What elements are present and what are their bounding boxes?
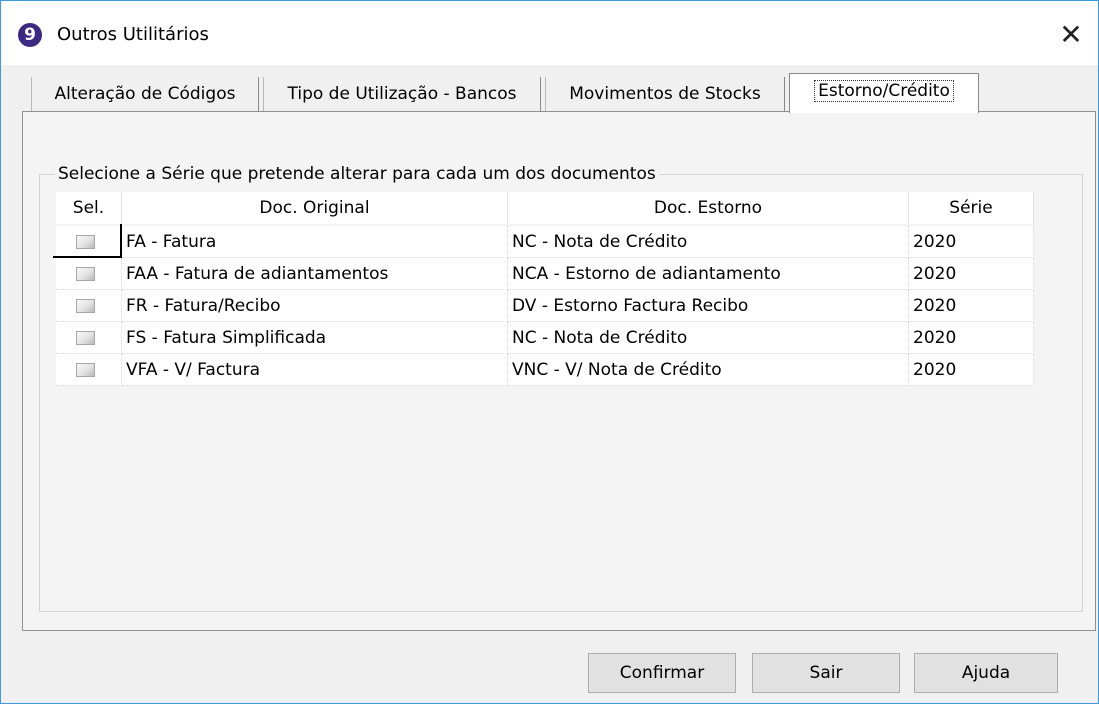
serie-cell[interactable]: 2020 (909, 354, 1034, 386)
table-row[interactable]: FAA - Fatura de adiantamentos NCA - Esto… (56, 258, 1034, 290)
select-cell[interactable] (56, 322, 122, 354)
window-title: Outros Utilitários (57, 24, 209, 45)
doc-estorno-cell[interactable]: NC - Nota de Crédito (508, 322, 909, 354)
select-cell[interactable] (56, 258, 122, 290)
app-logo-icon: 9 (18, 23, 42, 47)
row-checkbox[interactable] (76, 299, 95, 313)
serie-cell[interactable]: 2020 (909, 258, 1034, 290)
tab-tipo-utilizacao-bancos[interactable]: Tipo de Utilização - Bancos (263, 77, 541, 113)
column-header-doc-estorno[interactable]: Doc. Estorno (508, 192, 909, 224)
dialog-window: 9 Outros Utilitários ✕ Alteração de Códi… (0, 0, 1099, 704)
doc-original-cell[interactable]: FAA - Fatura de adiantamentos (122, 258, 508, 290)
tab-label: Estorno/Crédito (814, 80, 954, 102)
select-cell[interactable] (53, 224, 122, 258)
serie-cell[interactable]: 2020 (909, 322, 1034, 354)
title-bar: 9 Outros Utilitários ✕ (1, 1, 1098, 65)
groupbox-legend: Selecione a Série que pretende alterar p… (55, 163, 659, 185)
tab-alteracao-codigos[interactable]: Alteração de Códigos (31, 77, 259, 113)
serie-cell[interactable]: 2020 (909, 226, 1034, 258)
help-button[interactable]: Ajuda (914, 653, 1058, 693)
select-cell[interactable] (56, 290, 122, 322)
doc-estorno-cell[interactable]: VNC - V/ Nota de Crédito (508, 354, 909, 386)
tab-label: Alteração de Códigos (54, 84, 236, 104)
confirm-button[interactable]: Confirmar (588, 653, 736, 693)
row-checkbox[interactable] (76, 267, 95, 281)
column-header-sel[interactable]: Sel. (56, 192, 122, 224)
tab-label: Tipo de Utilização - Bancos (287, 84, 517, 104)
doc-estorno-cell[interactable]: DV - Estorno Factura Recibo (508, 290, 909, 322)
table-row[interactable]: VFA - V/ Factura VNC - V/ Nota de Crédit… (56, 354, 1034, 386)
table-row[interactable]: FA - Fatura NC - Nota de Crédito 2020 (53, 224, 1034, 258)
doc-estorno-cell[interactable]: NC - Nota de Crédito (508, 226, 909, 258)
table-row[interactable]: FS - Fatura Simplificada NC - Nota de Cr… (56, 322, 1034, 354)
close-icon[interactable]: ✕ (1046, 13, 1096, 57)
exit-button[interactable]: Sair (752, 653, 900, 693)
tab-estorno-credito[interactable]: Estorno/Crédito (789, 73, 979, 113)
tab-label: Movimentos de Stocks (569, 84, 761, 104)
select-cell[interactable] (56, 354, 122, 386)
doc-estorno-cell[interactable]: NCA - Estorno de adiantamento (508, 258, 909, 290)
row-checkbox[interactable] (76, 331, 95, 345)
focus-rect (53, 224, 122, 258)
serie-cell[interactable]: 2020 (909, 290, 1034, 322)
tab-movimentos-stocks[interactable]: Movimentos de Stocks (545, 77, 785, 113)
table-row[interactable]: FR - Fatura/Recibo DV - Estorno Factura … (56, 290, 1034, 322)
column-header-serie[interactable]: Série (909, 192, 1034, 224)
doc-original-cell[interactable]: FR - Fatura/Recibo (122, 290, 508, 322)
doc-original-cell[interactable]: FA - Fatura (122, 226, 508, 258)
doc-original-cell[interactable]: VFA - V/ Factura (122, 354, 508, 386)
doc-original-cell[interactable]: FS - Fatura Simplificada (122, 322, 508, 354)
row-checkbox[interactable] (76, 363, 95, 377)
column-header-doc-original[interactable]: Doc. Original (122, 192, 508, 224)
